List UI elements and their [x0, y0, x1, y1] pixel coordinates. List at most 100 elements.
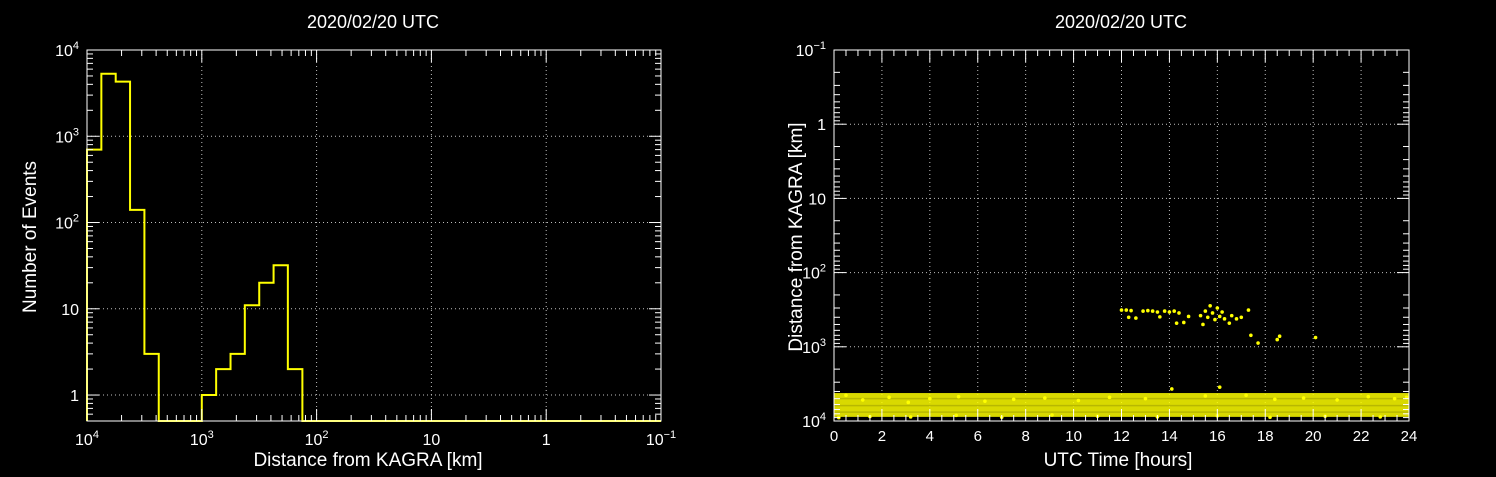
- scatter-point: [1217, 314, 1222, 319]
- scatter-point: [1203, 394, 1208, 398]
- scatter-point: [1234, 317, 1239, 321]
- scatter-point: [1227, 321, 1232, 325]
- scatter-point: [1366, 394, 1371, 399]
- scatter-point: [1170, 387, 1174, 391]
- scatter-point: [1335, 398, 1339, 402]
- scatter-point: [1210, 311, 1215, 315]
- scatter-point: [1256, 341, 1260, 345]
- scatter-point: [1273, 397, 1277, 402]
- scatter-point: [1043, 396, 1047, 400]
- scatter-point: [1213, 317, 1217, 322]
- scatter-panel: 2020/02/20 UTC UTC Time [hours] Distance…: [786, 12, 1417, 471]
- scatter-point: [1239, 315, 1244, 320]
- scatter-point: [1244, 393, 1248, 398]
- scatter-point: [954, 413, 958, 418]
- histogram-x-tick-label: 1: [542, 432, 551, 449]
- histogram-series-line: [86, 72, 661, 422]
- scatter-point: [1119, 308, 1124, 312]
- scatter-y-tick-label: 10−1: [796, 40, 826, 60]
- scatter-point: [1177, 311, 1181, 315]
- scatter-point: [1141, 309, 1145, 313]
- scatter-point: [1134, 316, 1138, 320]
- scatter-point: [1050, 413, 1054, 417]
- scatter-point: [1158, 315, 1162, 319]
- scatter-point: [906, 400, 911, 405]
- histogram-x-tick-label: 10−1: [646, 429, 676, 449]
- histogram-x-tick-label: 104: [75, 429, 99, 449]
- scatter-point: [844, 393, 848, 398]
- scatter-point: [1217, 385, 1222, 389]
- scatter-point: [1011, 397, 1016, 402]
- histogram-y-axis-label: Number of Events: [20, 161, 41, 313]
- scatter-point: [1174, 321, 1179, 325]
- scatter-point: [1215, 306, 1220, 310]
- histogram-y-tick-label: 104: [55, 40, 79, 60]
- scatter-point: [1150, 309, 1155, 313]
- histogram-y-tick-label: 103: [55, 126, 79, 146]
- chart-figure: 2020/02/20 UTC Distance from KAGRA [km] …: [0, 0, 1496, 472]
- scatter-x-tick-label: 8: [1021, 428, 1029, 445]
- histogram-x-tick-label: 102: [305, 429, 329, 449]
- scatter-frame: [833, 49, 1410, 422]
- scatter-point: [1076, 398, 1081, 403]
- scatter-point: [1172, 309, 1177, 313]
- scatter-x-tick-label: 12: [1113, 428, 1130, 445]
- scatter-point: [1126, 315, 1131, 320]
- scatter-x-tick-label: 20: [1305, 428, 1322, 445]
- histogram-y-tick-label: 102: [55, 213, 79, 233]
- histogram-x-tick-label: 103: [190, 429, 214, 449]
- scatter-point: [1249, 333, 1253, 338]
- scatter-point: [1181, 320, 1186, 325]
- scatter-point: [860, 398, 865, 402]
- scatter-point: [887, 395, 891, 400]
- scatter-point: [1203, 309, 1208, 313]
- scatter-point: [1277, 334, 1282, 339]
- scatter-point: [928, 396, 932, 401]
- histogram-x-tick-label: 10: [423, 432, 441, 449]
- scatter-point: [1155, 310, 1160, 314]
- scatter-x-axis-label: UTC Time [hours]: [1044, 450, 1193, 471]
- scatter-point: [908, 415, 913, 419]
- scatter-point: [1167, 310, 1172, 314]
- scatter-point: [1220, 310, 1224, 314]
- scatter-point: [1201, 322, 1205, 327]
- scatter-point: [1275, 337, 1280, 342]
- scatter-x-tick-label: 6: [974, 428, 982, 445]
- scatter-point: [1146, 308, 1150, 313]
- scatter-x-tick-label: 22: [1353, 428, 1370, 445]
- histogram-y-tick-label: 1: [70, 388, 79, 405]
- scatter-x-tick-label: 0: [830, 428, 838, 445]
- histogram-panel: 2020/02/20 UTC Distance from KAGRA [km] …: [20, 12, 676, 471]
- scatter-y-axis-label: Distance from KAGRA [km]: [786, 122, 807, 351]
- scatter-x-tick-label: 2: [878, 428, 886, 445]
- scatter-point: [1222, 317, 1227, 321]
- scatter-point: [1378, 415, 1383, 419]
- scatter-point: [1186, 314, 1191, 319]
- scatter-y-tick-label: 104: [802, 411, 826, 431]
- scatter-point: [956, 394, 961, 399]
- scatter-x-tick-label: 4: [926, 428, 934, 445]
- scatter-point: [1229, 313, 1234, 318]
- scatter-y-tick-label: 10: [808, 191, 826, 208]
- scatter-point: [1208, 303, 1212, 308]
- scatter-point: [1162, 309, 1167, 313]
- scatter-point: [983, 399, 987, 403]
- scatter-title: 2020/02/20 UTC: [1055, 12, 1187, 32]
- scatter-point: [1392, 396, 1397, 401]
- scatter-x-tick-label: 24: [1401, 428, 1418, 445]
- scatter-point: [1205, 315, 1210, 320]
- scatter-x-tick-label: 14: [1161, 428, 1178, 445]
- scatter-y-tick-label: 102: [802, 263, 826, 283]
- scatter-point: [1198, 313, 1203, 318]
- scatter-point: [1124, 308, 1129, 312]
- scatter-point: [1246, 308, 1251, 312]
- scatter-point: [1107, 395, 1112, 400]
- figure-canvas: 2020/02/20 UTC Distance from KAGRA [km] …: [20, 12, 1417, 471]
- scatter-x-tick-label: 16: [1209, 428, 1226, 445]
- histogram-x-axis-label: Distance from KAGRA [km]: [253, 450, 482, 471]
- scatter-y-tick-label: 103: [802, 337, 826, 357]
- scatter-y-tick-label: 1: [817, 117, 826, 134]
- histogram-frame: [86, 49, 662, 422]
- scatter-x-tick-label: 18: [1257, 428, 1274, 445]
- scatter-point: [1268, 415, 1272, 420]
